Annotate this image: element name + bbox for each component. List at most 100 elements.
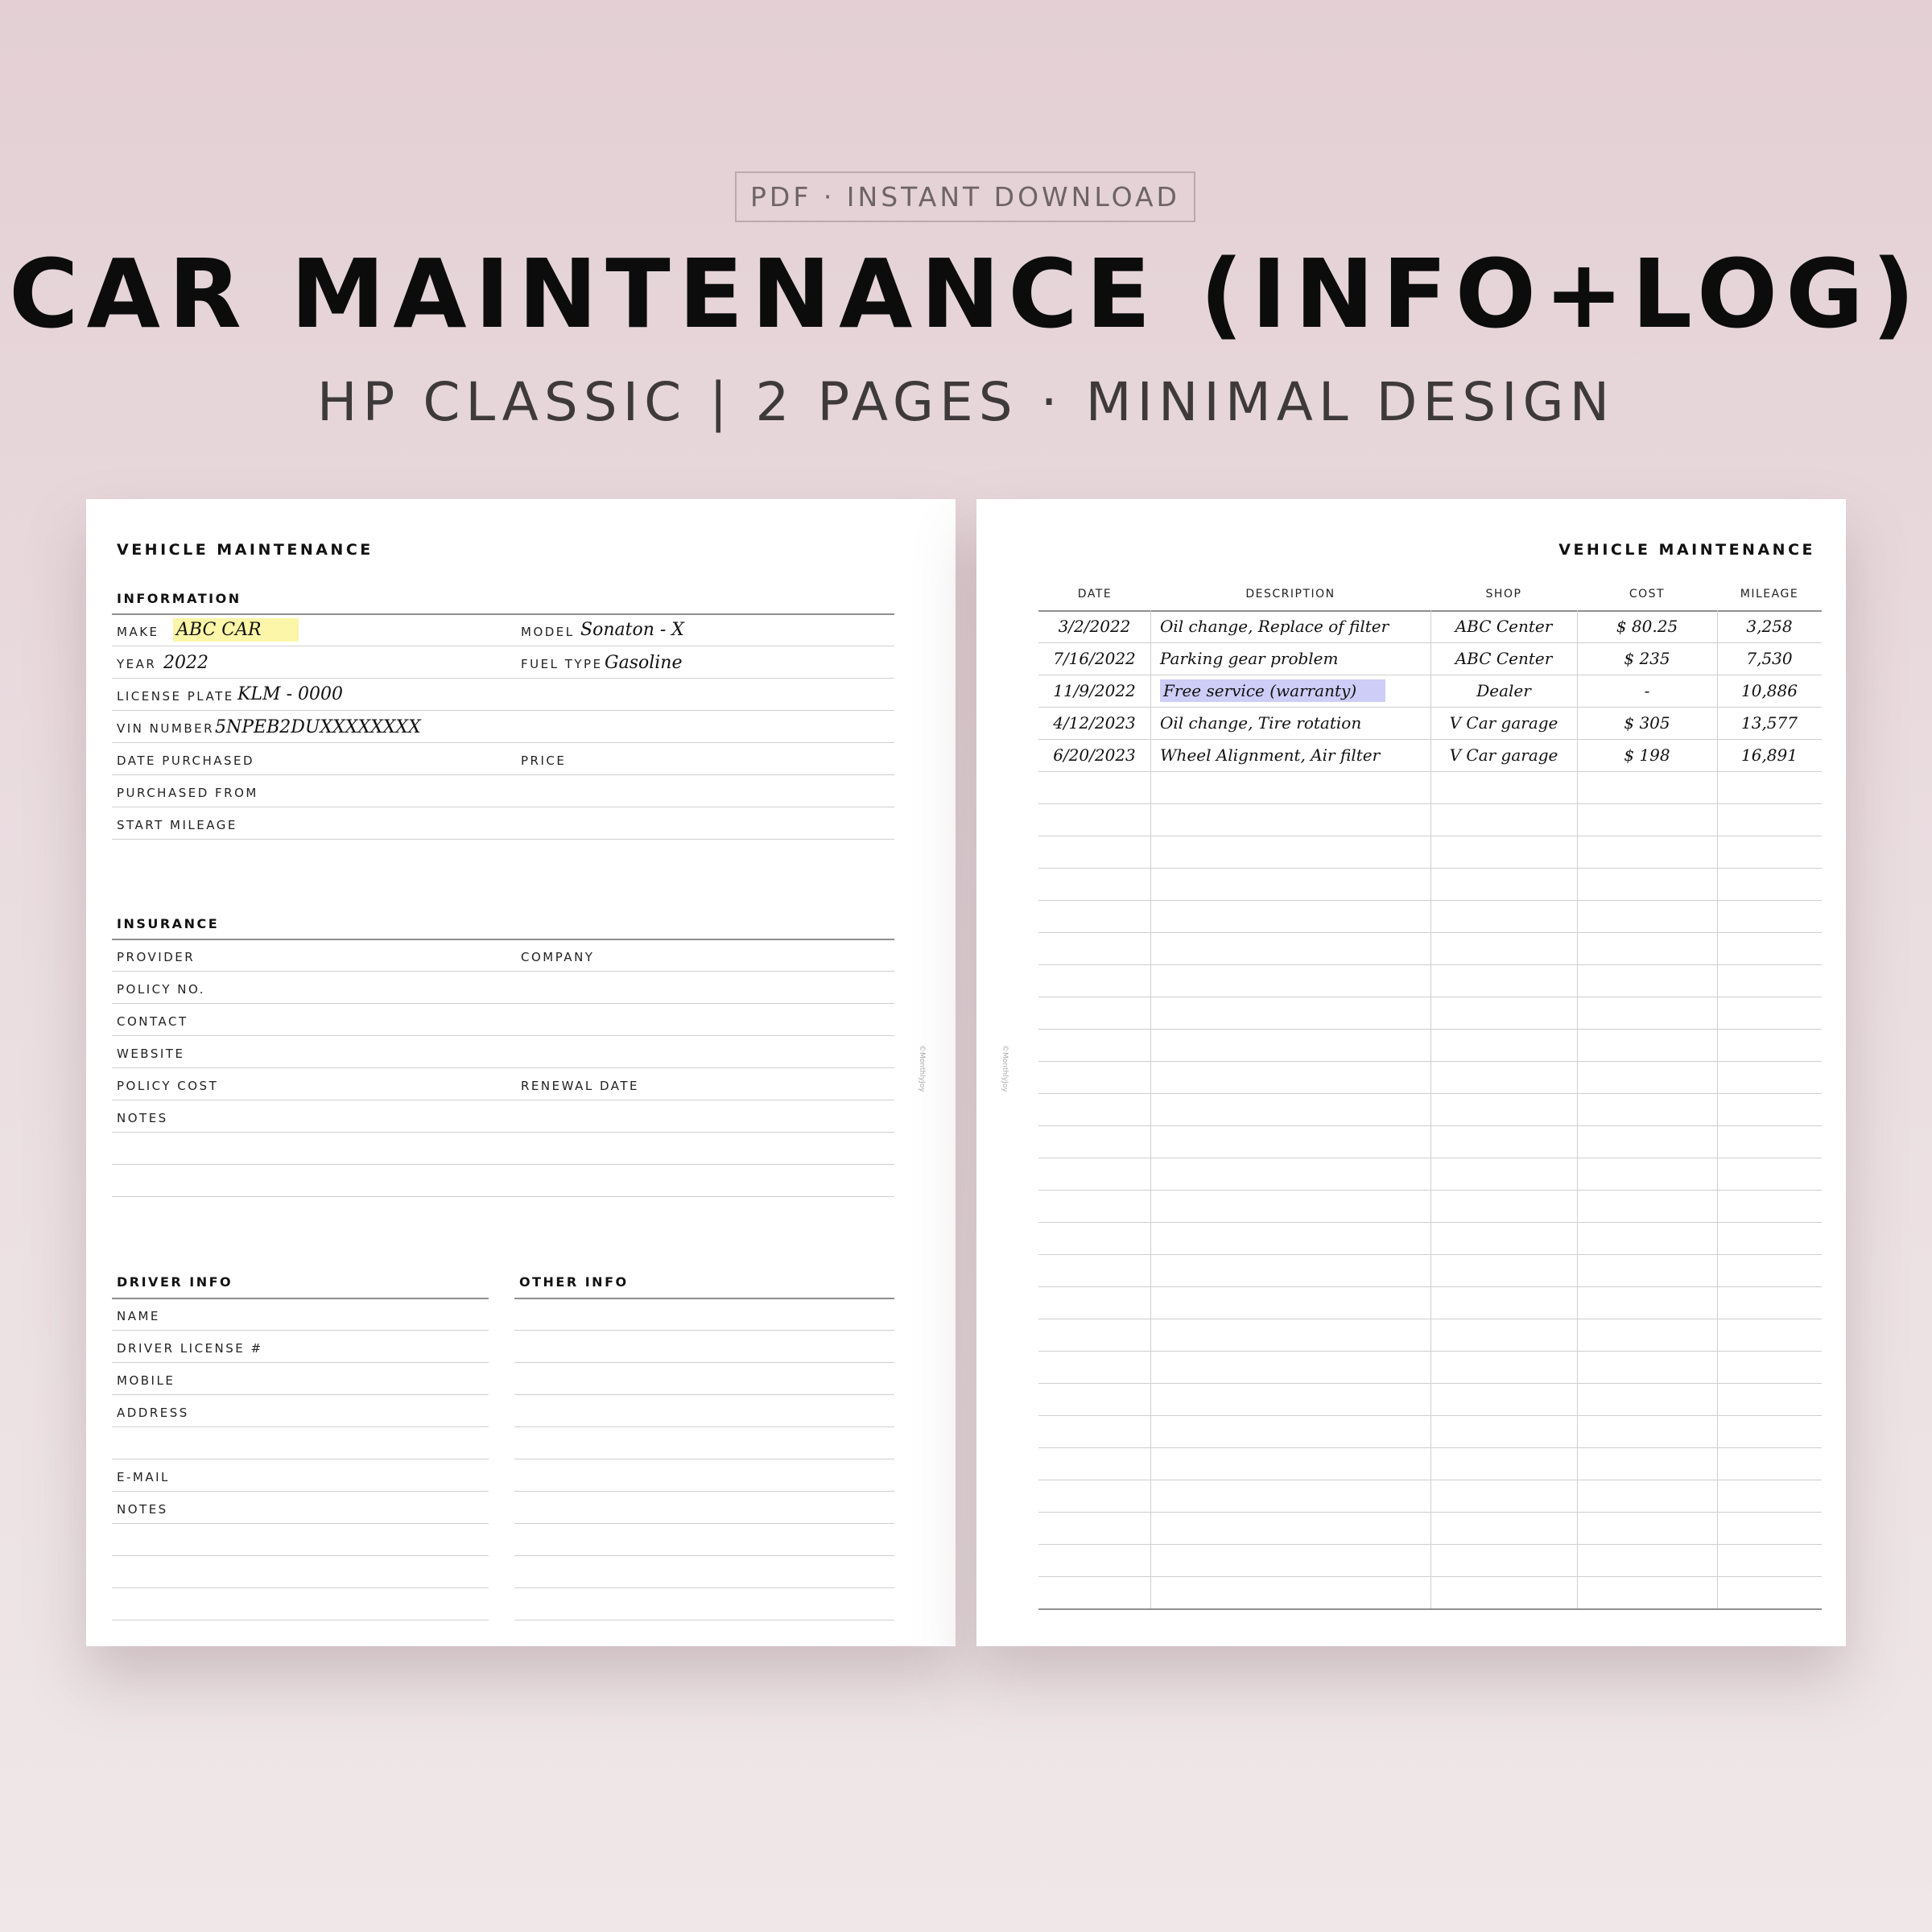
- field-line: [514, 1523, 894, 1524]
- field-line: [112, 1523, 489, 1524]
- log-cell-text: V Car garage: [1449, 713, 1558, 733]
- fuel-type-value: Gasoline: [605, 653, 683, 673]
- log-cell-text: $ 235: [1624, 649, 1670, 668]
- field-line: [112, 1394, 489, 1395]
- field-line: [112, 971, 894, 972]
- log-cell-mileage: 16,891: [1717, 745, 1822, 765]
- field-line: [514, 1362, 894, 1363]
- log-cell-cost: $ 305: [1577, 713, 1717, 733]
- log-cell-date: 4/12/2023: [1038, 713, 1150, 733]
- log-cell-text: ABC Center: [1455, 617, 1553, 636]
- field-line: [112, 1587, 489, 1588]
- log-cell-cost: $ 198: [1577, 745, 1717, 765]
- renewal-date-label: RENEWAL DATE: [521, 1079, 640, 1093]
- field-line: [112, 774, 894, 775]
- policy-no-label: POLICY NO.: [117, 982, 205, 997]
- field-line: [514, 1587, 894, 1588]
- other-info-heading: OTHER INFO: [519, 1274, 629, 1290]
- log-cell-text: 13,577: [1741, 713, 1798, 733]
- log-cell-text: 6/20/2023: [1053, 745, 1136, 765]
- log-cell-mileage: 7,530: [1717, 649, 1822, 668]
- driver-info-heading: DRIVER INFO: [117, 1274, 233, 1290]
- table-column-line: [1150, 610, 1151, 1608]
- policy-cost-label: POLICY COST: [117, 1079, 219, 1093]
- company-label: COMPANY: [521, 950, 595, 964]
- copyright: ©MonthlyJoy: [1001, 1045, 1009, 1092]
- info-sheet: VEHICLE MAINTENANCE INFORMATION MAKE ABC…: [86, 499, 956, 1646]
- insurance-heading: INSURANCE: [117, 916, 220, 931]
- field-line: [514, 1330, 894, 1331]
- field-line: [514, 1426, 894, 1427]
- column-header-cost: COST: [1629, 588, 1666, 601]
- make-value: ABC CAR: [173, 618, 299, 642]
- log-cell-text: Parking gear problem: [1160, 649, 1339, 668]
- log-cell-description: Free service (warranty): [1160, 679, 1430, 702]
- log-cell-description: Oil change, Tire rotation: [1160, 713, 1430, 733]
- address-label: ADDRESS: [117, 1406, 189, 1420]
- log-cell-text: $ 80.25: [1616, 617, 1678, 636]
- field-line: [112, 1003, 894, 1004]
- mobile-label: MOBILE: [117, 1373, 175, 1388]
- field-line: [112, 1035, 894, 1036]
- log-cell-description: Parking gear problem: [1160, 649, 1430, 668]
- divider: [112, 1298, 489, 1299]
- column-header-date: DATE: [1077, 588, 1113, 601]
- field-line: [112, 1164, 894, 1165]
- field-line: [112, 1426, 489, 1427]
- driver-notes-label: NOTES: [117, 1502, 168, 1517]
- log-cell-text: 3,258: [1746, 617, 1793, 636]
- model-value: Sonaton - X: [580, 620, 684, 640]
- price-label: PRICE: [521, 753, 567, 768]
- log-cell-cost: $ 80.25: [1577, 617, 1717, 636]
- fuel-type-label: FUEL TYPE: [521, 657, 603, 671]
- log-cell-text: Free service (warranty): [1160, 679, 1386, 702]
- date-purchased-label: DATE PURCHASED: [117, 753, 255, 768]
- page-title: CAR MAINTENANCE (INFO+LOG): [9, 238, 1923, 349]
- insurance-notes-label: NOTES: [117, 1111, 168, 1125]
- start-mileage-label: START MILEAGE: [117, 818, 237, 832]
- log-cell-text: $ 305: [1624, 713, 1670, 733]
- log-cell-text: 11/9/2022: [1053, 681, 1136, 700]
- log-cell-text: Wheel Alignment, Air filter: [1160, 745, 1381, 765]
- log-sheet: VEHICLE MAINTENANCE DATE DESCRIPTION SHO…: [976, 499, 1846, 1646]
- divider: [112, 613, 894, 615]
- field-line: [112, 1067, 894, 1068]
- contact-label: CONTACT: [117, 1014, 188, 1029]
- log-cell-cost: -: [1577, 681, 1717, 700]
- field-line: [112, 1362, 489, 1363]
- log-cell-text: 7/16/2022: [1053, 649, 1136, 668]
- website-label: WEBSITE: [117, 1046, 185, 1061]
- year-label: YEAR: [117, 657, 157, 671]
- log-cell-text: $ 198: [1624, 745, 1670, 765]
- log-cell-description: Wheel Alignment, Air filter: [1160, 745, 1430, 765]
- copyright: ©MonthlyJoy: [918, 1045, 926, 1092]
- sheet-title: VEHICLE MAINTENANCE: [1558, 541, 1815, 559]
- field-line: [514, 1491, 894, 1492]
- log-cell-text: Oil change, Replace of filter: [1160, 617, 1389, 636]
- log-cell-text: Oil change, Tire rotation: [1160, 713, 1362, 733]
- log-cell-date: 3/2/2022: [1038, 617, 1150, 636]
- field-line: [112, 1330, 489, 1331]
- field-line: [514, 1555, 894, 1556]
- log-cell-text: Dealer: [1476, 681, 1531, 700]
- year-value: 2022: [163, 653, 208, 673]
- log-cell-shop: ABC Center: [1430, 617, 1577, 636]
- column-header-mileage: MILEAGE: [1740, 588, 1799, 601]
- license-plate-value: KLM - 0000: [237, 684, 343, 704]
- purchased-from-label: PURCHASED FROM: [117, 786, 258, 800]
- log-cell-text: 10,886: [1741, 681, 1798, 700]
- log-cell-text: ABC Center: [1455, 649, 1553, 668]
- log-cell-shop: ABC Center: [1430, 649, 1577, 668]
- provider-label: PROVIDER: [117, 950, 196, 964]
- email-label: E-MAIL: [117, 1470, 170, 1484]
- log-cell-description: Oil change, Replace of filter: [1160, 617, 1430, 636]
- column-header-description: DESCRIPTION: [1245, 588, 1335, 601]
- log-cell-mileage: 10,886: [1717, 681, 1822, 700]
- driver-name-label: NAME: [117, 1309, 160, 1323]
- vin-number-value: 5NPEB2DUXXXXXXXX: [215, 717, 421, 737]
- field-line: [112, 1491, 489, 1492]
- model-label: MODEL: [521, 625, 575, 639]
- license-plate-label: LICENSE PLATE: [117, 689, 234, 704]
- log-cell-text: 16,891: [1741, 745, 1798, 765]
- log-cell-date: 6/20/2023: [1038, 745, 1150, 765]
